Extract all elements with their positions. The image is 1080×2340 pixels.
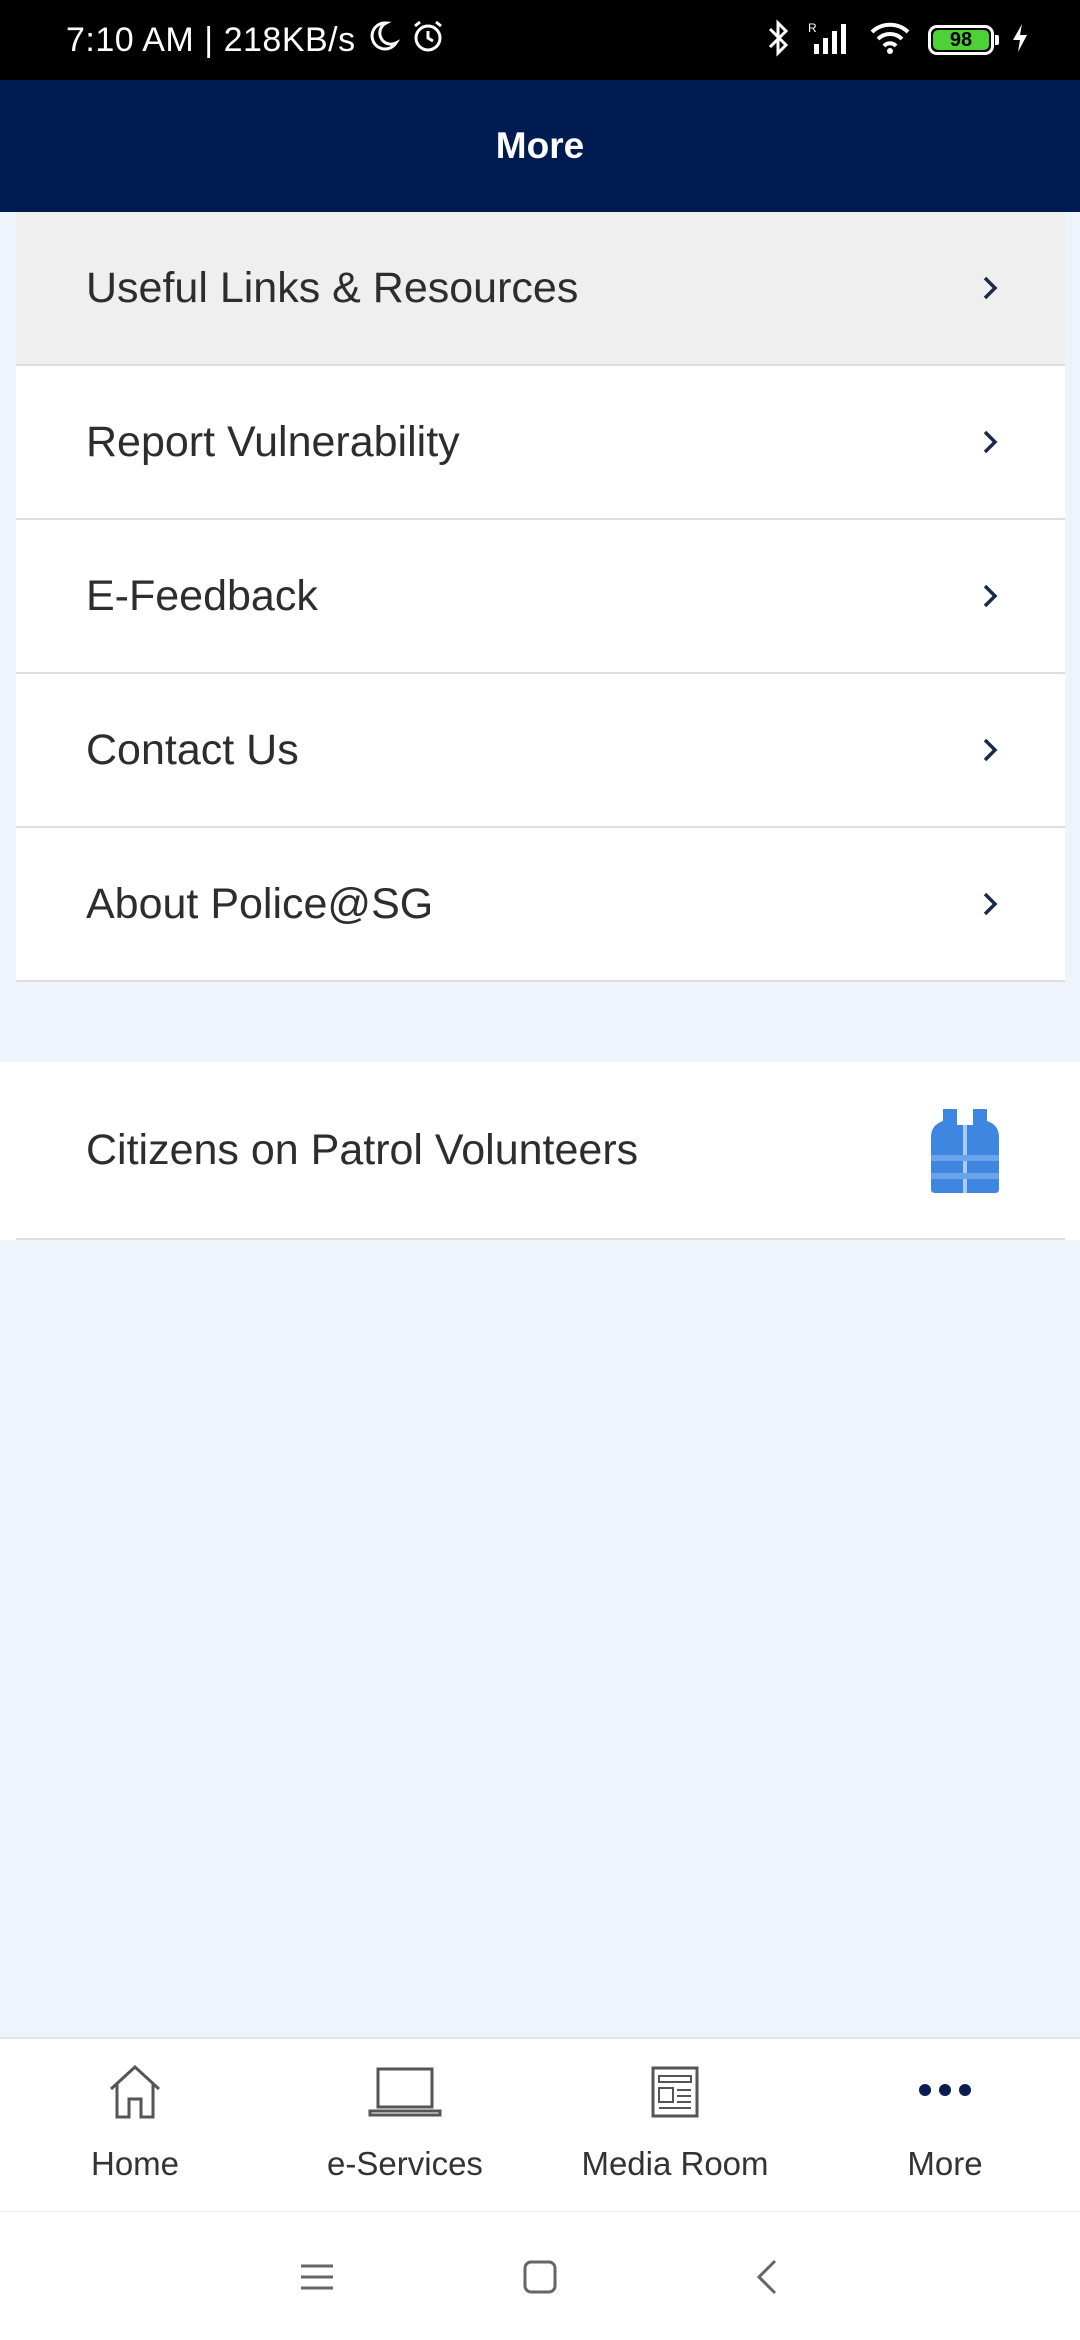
status-network-speed: 218KB/s bbox=[223, 20, 356, 59]
app-header: More bbox=[0, 80, 1080, 212]
nav-item-media-room[interactable]: Media Room bbox=[540, 2039, 810, 2211]
svg-text:R: R bbox=[808, 21, 817, 35]
cop-label: Citizens on Patrol Volunteers bbox=[86, 1125, 639, 1174]
menu-item-about-police-sg[interactable]: About Police@SG bbox=[16, 828, 1065, 982]
bottom-nav: Home e-Services Media Room More bbox=[0, 2037, 1080, 2211]
vest-icon bbox=[925, 1104, 1005, 1196]
laptop-icon bbox=[360, 2059, 450, 2125]
status-time: 7:10 AM bbox=[66, 20, 195, 59]
chevron-right-icon bbox=[975, 735, 1005, 765]
status-separator: | bbox=[204, 20, 214, 59]
menu-item-label: E-Feedback bbox=[86, 571, 318, 620]
menu-icon[interactable] bbox=[292, 2252, 342, 2302]
home-icon bbox=[90, 2059, 180, 2125]
signal-icon: R bbox=[808, 20, 852, 61]
nav-item-e-services[interactable]: e-Services bbox=[270, 2039, 540, 2211]
system-nav-bar bbox=[0, 2211, 1080, 2340]
more-dots-icon bbox=[900, 2059, 990, 2125]
alarm-icon bbox=[410, 18, 446, 63]
status-bar: 7:10 AM | 218KB/s R 98 bbox=[0, 0, 1080, 80]
chevron-right-icon bbox=[975, 889, 1005, 919]
chevron-right-icon bbox=[975, 581, 1005, 611]
nav-label-media-room: Media Room bbox=[581, 2145, 769, 2182]
page-title: More bbox=[495, 125, 585, 166]
wifi-icon bbox=[868, 20, 912, 61]
newspaper-icon bbox=[630, 2059, 720, 2125]
menu-list: Useful Links & Resources Report Vulnerab… bbox=[16, 212, 1065, 982]
status-left: 7:10 AM | 218KB/s bbox=[66, 0, 446, 80]
cop-section: Citizens on Patrol Volunteers bbox=[0, 1062, 1080, 1240]
menu-item-label: Useful Links & Resources bbox=[86, 263, 579, 312]
menu-item-contact-us[interactable]: Contact Us bbox=[16, 674, 1065, 828]
chevron-right-icon bbox=[975, 273, 1005, 303]
status-right: R 98 bbox=[766, 0, 1030, 80]
battery-icon: 98 bbox=[928, 25, 999, 55]
charging-icon bbox=[1010, 22, 1030, 59]
menu-item-label: Report Vulnerability bbox=[86, 417, 460, 466]
nav-label-more: More bbox=[907, 2145, 983, 2182]
moon-icon bbox=[366, 19, 400, 62]
menu-item-e-feedback[interactable]: E-Feedback bbox=[16, 520, 1065, 674]
back-icon[interactable] bbox=[742, 2252, 792, 2302]
citizens-on-patrol-button[interactable]: Citizens on Patrol Volunteers bbox=[16, 1062, 1065, 1240]
nav-label-home: Home bbox=[90, 2145, 180, 2182]
menu-item-label: Contact Us bbox=[86, 725, 299, 774]
nav-label-e-services: e-Services bbox=[327, 2145, 483, 2182]
home-square-icon[interactable] bbox=[515, 2252, 565, 2302]
menu-item-report-vulnerability[interactable]: Report Vulnerability bbox=[16, 366, 1065, 520]
menu-item-useful-links[interactable]: Useful Links & Resources bbox=[16, 212, 1065, 366]
nav-item-more[interactable]: More bbox=[810, 2039, 1080, 2211]
menu-item-label: About Police@SG bbox=[86, 879, 434, 928]
chevron-right-icon bbox=[975, 427, 1005, 457]
nav-item-home[interactable]: Home bbox=[0, 2039, 270, 2211]
bluetooth-icon bbox=[766, 18, 792, 62]
battery-level: 98 bbox=[933, 29, 989, 51]
